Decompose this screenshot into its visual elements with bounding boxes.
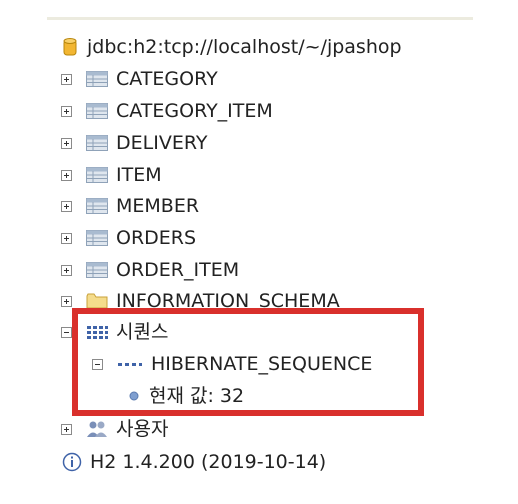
collapse-toggle[interactable] xyxy=(61,326,72,338)
connection-label: jdbc:h2:tcp://localhost/~/jpashop xyxy=(87,36,402,58)
table-node-delivery[interactable]: DELIVERY xyxy=(61,130,207,156)
table-node-item[interactable]: ITEM xyxy=(61,162,162,188)
expand-toggle[interactable] xyxy=(61,169,72,181)
expand-toggle[interactable] xyxy=(61,73,72,85)
version-info: H2 1.4.200 (2019-10-14) xyxy=(62,449,326,475)
expand-toggle[interactable] xyxy=(61,105,72,117)
users-node[interactable]: 사용자 xyxy=(61,416,168,442)
info-icon xyxy=(62,452,82,472)
table-icon xyxy=(86,135,108,151)
table-label: CATEGORY_ITEM xyxy=(116,100,273,122)
expand-toggle[interactable] xyxy=(61,295,72,307)
version-label: H2 1.4.200 (2019-10-14) xyxy=(90,451,327,473)
table-node-orders[interactable]: ORDERS xyxy=(61,225,196,251)
expand-toggle[interactable] xyxy=(61,137,72,149)
database-icon xyxy=(63,37,77,57)
table-icon xyxy=(86,71,108,87)
table-label: DELIVERY xyxy=(116,132,208,154)
users-icon xyxy=(86,420,108,438)
table-label: MEMBER xyxy=(116,195,200,217)
table-label: ORDERS xyxy=(116,227,197,249)
table-node-category-item[interactable]: CATEGORY_ITEM xyxy=(61,98,273,124)
connection-node[interactable]: jdbc:h2:tcp://localhost/~/jpashop xyxy=(63,34,402,60)
table-node-category[interactable]: CATEGORY xyxy=(61,66,218,92)
table-icon xyxy=(86,230,108,246)
table-icon xyxy=(86,262,108,278)
table-icon xyxy=(86,103,108,119)
highlight-box xyxy=(72,308,424,416)
table-node-order-item[interactable]: ORDER_ITEM xyxy=(61,257,239,283)
database-tree-panel: jdbc:h2:tcp://localhost/~/jpashop CATEGO… xyxy=(0,0,518,504)
table-icon xyxy=(86,198,108,214)
table-icon xyxy=(86,167,108,183)
expand-toggle[interactable] xyxy=(61,232,72,244)
table-node-member[interactable]: MEMBER xyxy=(61,193,199,219)
expand-toggle[interactable] xyxy=(61,423,72,435)
users-label: 사용자 xyxy=(116,418,169,440)
table-label: ITEM xyxy=(116,164,162,186)
table-label: CATEGORY xyxy=(116,68,218,90)
table-label: ORDER_ITEM xyxy=(116,259,240,281)
panel-top-border xyxy=(47,17,473,20)
expand-toggle[interactable] xyxy=(61,200,72,212)
expand-toggle[interactable] xyxy=(61,264,72,276)
